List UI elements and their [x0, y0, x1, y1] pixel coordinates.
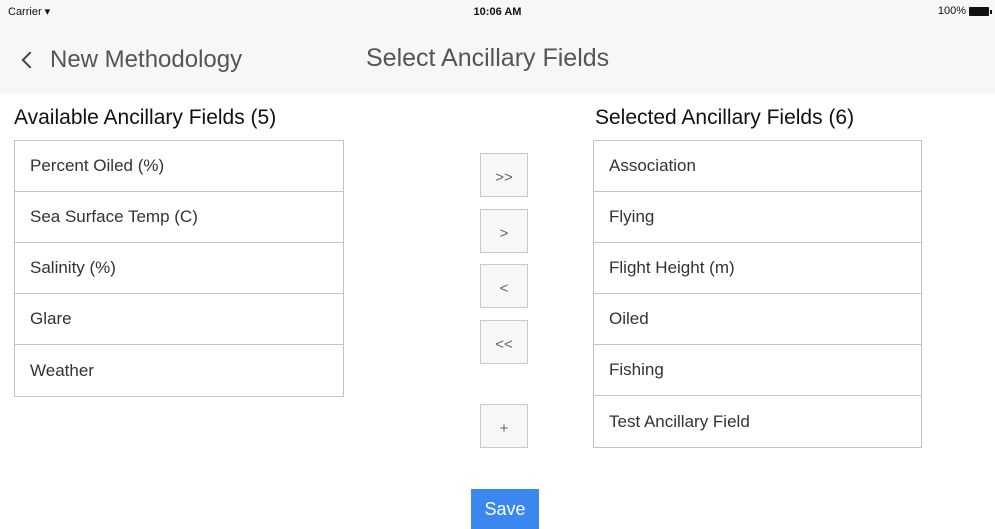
available-field-item[interactable]: Glare — [15, 294, 343, 345]
selected-field-item[interactable]: Test Ancillary Field — [594, 396, 921, 447]
move-all-left-button[interactable]: << — [480, 320, 528, 364]
move-all-right-button[interactable]: >> — [480, 153, 528, 197]
move-right-button[interactable]: > — [480, 209, 528, 253]
selected-field-item[interactable]: Flying — [594, 192, 921, 243]
selected-fields-list: Association Flying Flight Height (m) Oil… — [593, 140, 922, 448]
available-field-item[interactable]: Sea Surface Temp (C) — [15, 192, 343, 243]
selected-fields-heading: Selected Ancillary Fields (6) — [595, 106, 855, 129]
status-bar: Carrier ▾ 10:06 AM 100% — [0, 0, 995, 22]
available-field-item[interactable]: Salinity (%) — [15, 243, 343, 294]
selected-field-item[interactable]: Flight Height (m) — [594, 243, 921, 294]
battery-icon — [969, 6, 992, 16]
move-left-button[interactable]: < — [480, 264, 528, 308]
back-button[interactable]: New Methodology — [20, 46, 242, 74]
available-fields-heading: Available Ancillary Fields (5) — [14, 106, 277, 129]
selected-field-item[interactable]: Fishing — [594, 345, 921, 396]
battery-percent: 100% — [937, 5, 966, 17]
available-field-item[interactable]: Weather — [15, 345, 343, 396]
back-label: New Methodology — [50, 46, 243, 73]
save-button[interactable]: Save — [471, 489, 539, 529]
available-field-item[interactable]: Percent Oiled (%) — [15, 141, 343, 192]
selected-field-item[interactable]: Association — [594, 141, 921, 192]
selected-field-item[interactable]: Oiled — [594, 294, 921, 345]
chevron-left-icon — [21, 51, 39, 69]
battery-status: 100% — [937, 5, 992, 17]
page-title: Select Ancillary Fields — [366, 44, 610, 72]
navigation-bar: New Methodology Select Ancillary Fields — [0, 22, 995, 94]
add-field-button[interactable]: + — [480, 404, 528, 448]
available-fields-list: Percent Oiled (%) Sea Surface Temp (C) S… — [14, 140, 344, 397]
status-time: 10:06 AM — [473, 6, 522, 18]
